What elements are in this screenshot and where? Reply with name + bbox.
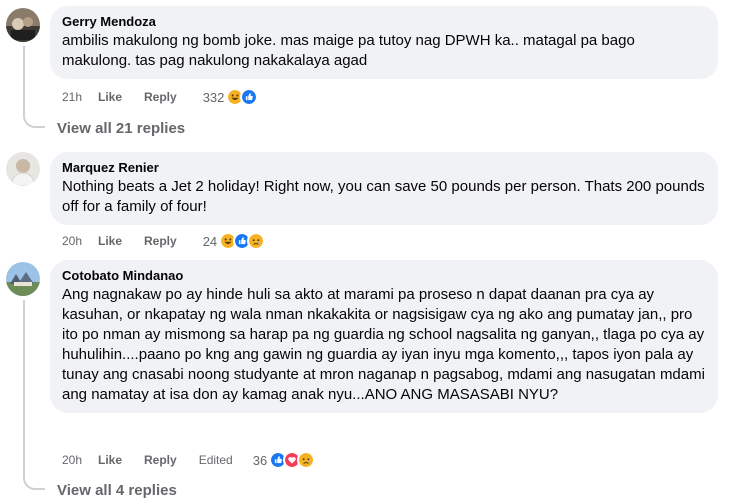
reaction-icons[interactable] (269, 451, 316, 469)
avatar[interactable] (6, 8, 40, 42)
avatar-photo (6, 152, 40, 186)
comment-actions: 21h Like Reply 332 (62, 85, 259, 109)
thread-curve (23, 114, 45, 128)
comment-timestamp[interactable]: 21h (62, 90, 98, 104)
comment-bubble: Cotobato Mindanao Ang nagnakaw po ay hin… (50, 260, 718, 413)
like-reaction-icon (240, 88, 259, 106)
reply-button[interactable]: Reply (144, 90, 177, 104)
like-button[interactable]: Like (98, 90, 122, 104)
comment-timestamp[interactable]: 20h (62, 234, 98, 248)
comment-actions: 20h Like Reply 24 (62, 229, 266, 253)
comment-text: Nothing beats a Jet 2 holiday! Right now… (62, 178, 705, 215)
thread-line (23, 300, 25, 476)
reaction-icons[interactable] (219, 232, 266, 250)
view-replies-link[interactable]: View all 21 replies (57, 120, 185, 137)
comment-author[interactable]: Marquez Renier (62, 159, 706, 176)
like-button[interactable]: Like (98, 453, 122, 467)
reaction-icons[interactable] (226, 88, 259, 106)
reaction-count[interactable]: 24 (203, 234, 217, 249)
comment-actions: 20h Like Reply Edited 36 (62, 448, 316, 472)
avatar[interactable] (6, 152, 40, 186)
sad-reaction-icon (297, 451, 316, 469)
thread-curve (23, 476, 45, 490)
comment-author[interactable]: Cotobato Mindanao (62, 267, 706, 284)
sad-reaction-icon (247, 232, 266, 250)
comment-text: ambilis makulong ng bomb joke. mas maige… (62, 32, 635, 69)
reaction-count[interactable]: 332 (203, 90, 225, 105)
comment-timestamp[interactable]: 20h (62, 453, 98, 467)
reaction-count[interactable]: 36 (253, 453, 267, 468)
avatar-photo (6, 8, 40, 42)
comment-text: Ang nagnakaw po ay hinde huli sa akto at… (62, 286, 705, 403)
view-replies-link[interactable]: View all 4 replies (57, 482, 177, 499)
comment-author[interactable]: Gerry Mendoza (62, 13, 706, 30)
reply-button[interactable]: Reply (144, 234, 177, 248)
avatar-photo (6, 262, 40, 296)
edited-label[interactable]: Edited (199, 453, 233, 467)
reply-button[interactable]: Reply (144, 453, 177, 467)
thread-line (23, 46, 25, 114)
comment-bubble: Gerry Mendoza ambilis makulong ng bomb j… (50, 6, 718, 79)
comment-bubble: Marquez Renier Nothing beats a Jet 2 hol… (50, 152, 718, 225)
like-button[interactable]: Like (98, 234, 122, 248)
avatar[interactable] (6, 262, 40, 296)
